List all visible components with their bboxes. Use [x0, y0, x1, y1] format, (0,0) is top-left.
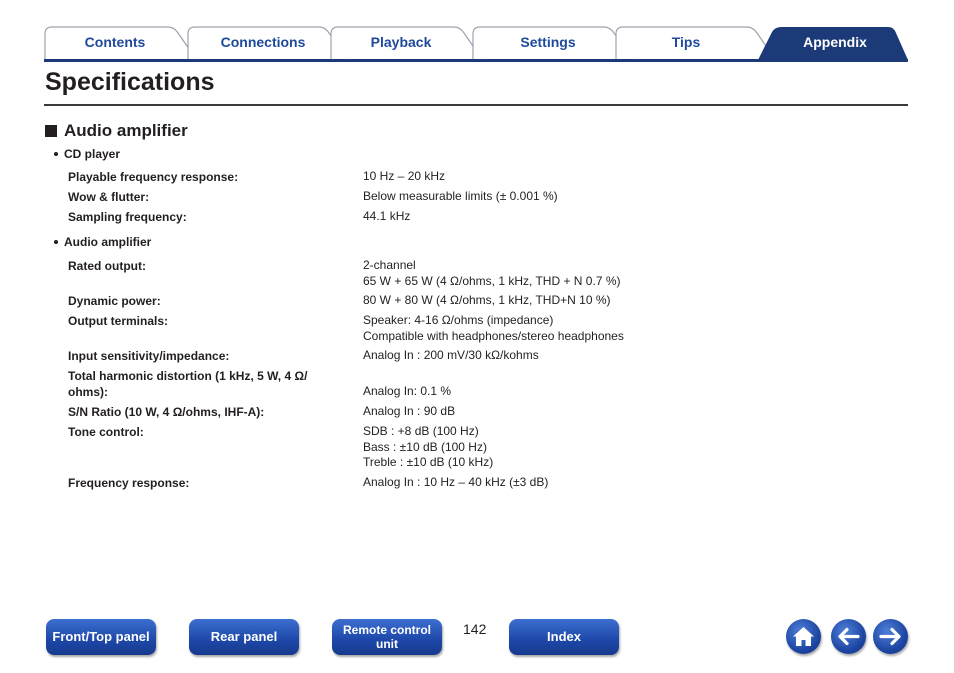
- front-top-panel-button[interactable]: Front/Top panel: [46, 619, 156, 655]
- spec-value: SDB : +8 dB (100 Hz) Bass : ±10 dB (100 H…: [363, 424, 494, 469]
- spec-value: 44.1 kHz: [363, 209, 411, 223]
- title-rule: [44, 104, 908, 106]
- tab-tips[interactable]: Tips: [615, 26, 775, 60]
- spec-label: Output terminals:: [68, 314, 169, 328]
- spec-value: 2-channel 65 W + 65 W (4 Ω/ohms, 1 kHz, T…: [363, 258, 621, 288]
- back-button[interactable]: [831, 619, 866, 654]
- spec-value: Analog In : 10 Hz – 40 kHz (±3 dB): [363, 475, 549, 489]
- spec-value: Speaker: 4-16 Ω/ohms (impedance) Compatib…: [363, 313, 624, 343]
- remote-control-unit-button[interactable]: Remote control unit: [332, 619, 442, 655]
- home-icon: [793, 627, 814, 646]
- spec-value: Below measurable limits (± 0.001 %): [363, 189, 558, 203]
- tab-appendix[interactable]: Appendix: [758, 26, 910, 60]
- spec-value: Analog In : 90 dB: [363, 404, 456, 418]
- home-button[interactable]: [786, 619, 821, 654]
- spec-label: Sampling frequency:: [68, 210, 187, 224]
- bullet-dot-icon: [54, 152, 58, 156]
- tab-playback[interactable]: Playback: [330, 26, 490, 60]
- spec-value: Analog In : 200 mV/30 kΩ/kohms: [363, 348, 539, 362]
- group-heading-audio-amplifier: Audio amplifier: [54, 235, 151, 249]
- spec-label: Wow & flutter:: [68, 190, 150, 204]
- arrow-right-icon: [879, 627, 901, 646]
- spec-label: S/N Ratio (10 W, 4 Ω/ohms, IHF-A):: [68, 405, 265, 419]
- page-title: Specifications: [45, 68, 215, 96]
- bullet-dot-icon: [54, 240, 58, 244]
- group-heading-cd-player: CD player: [54, 147, 120, 161]
- spec-value: 80 W + 80 W (4 Ω/ohms, 1 kHz, THD+N 10 %…: [363, 293, 611, 307]
- spec-value: Analog In: 0.1 %: [363, 384, 452, 398]
- rear-panel-button[interactable]: Rear panel: [189, 619, 299, 655]
- spec-label: Total harmonic distortion (1 kHz, 5 W, 4…: [68, 369, 308, 399]
- spec-label: Dynamic power:: [68, 294, 161, 308]
- forward-button[interactable]: [873, 619, 908, 654]
- spec-label: Rated output:: [68, 259, 146, 273]
- spec-label: Tone control:: [68, 425, 144, 439]
- square-bullet-icon: [45, 125, 57, 137]
- arrow-left-icon: [838, 627, 860, 646]
- index-button[interactable]: Index: [509, 619, 619, 655]
- section-heading-text: Audio amplifier: [64, 121, 188, 140]
- section-heading: Audio amplifier: [45, 121, 188, 141]
- spec-label: Frequency response:: [68, 476, 190, 490]
- tab-bar: Contents Connections Playback Settings T…: [44, 26, 910, 62]
- spec-label: Playable frequency response:: [68, 170, 239, 184]
- spec-label: Input sensitivity/impedance:: [68, 349, 230, 363]
- tab-contents[interactable]: Contents: [44, 26, 204, 60]
- page-number: 142: [463, 621, 487, 637]
- spec-value: 10 Hz – 20 kHz: [363, 169, 446, 183]
